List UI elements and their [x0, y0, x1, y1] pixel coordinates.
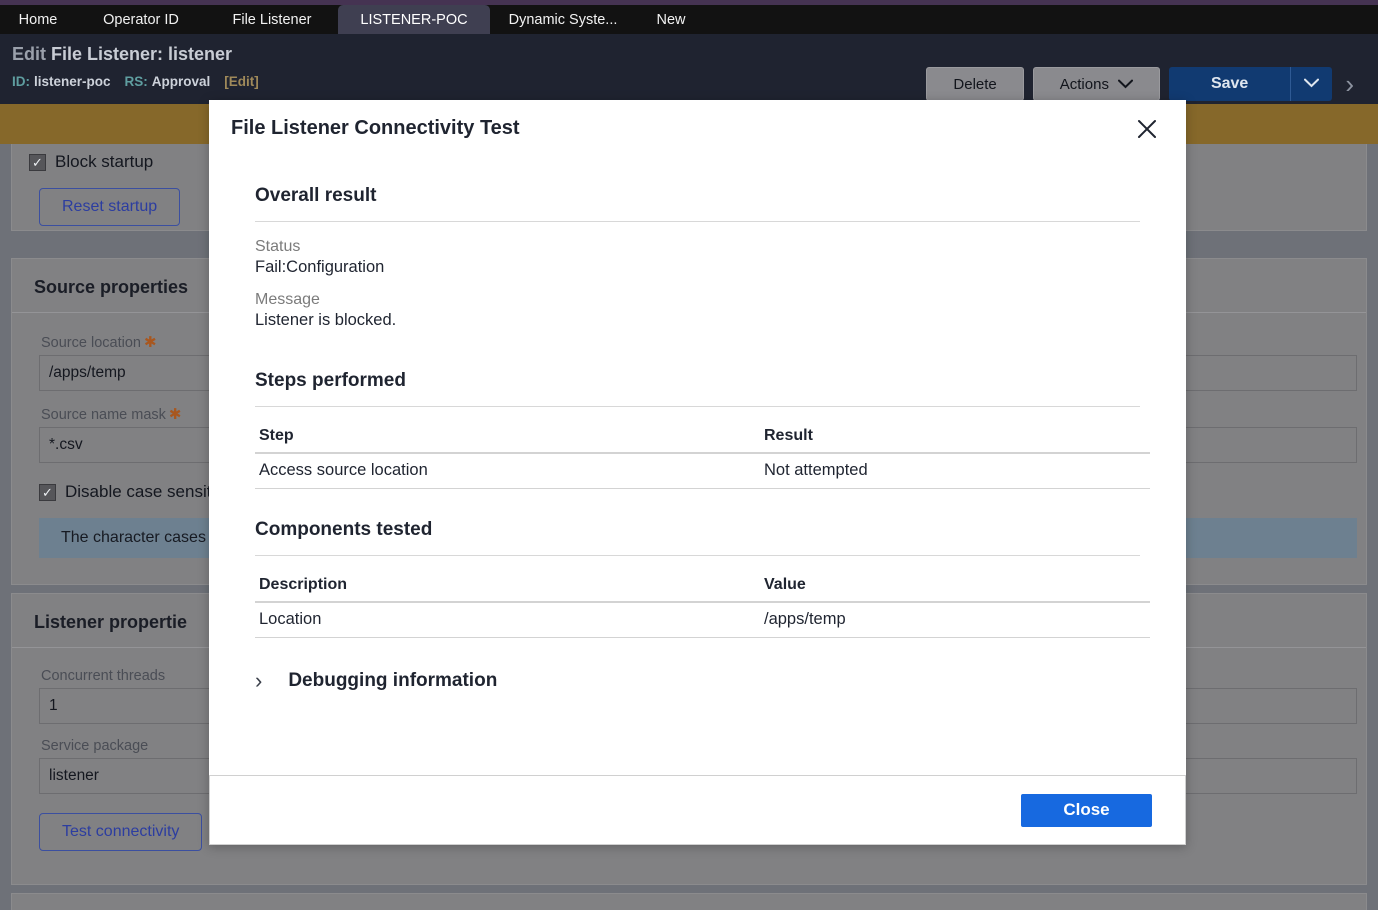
reset-startup-button[interactable]: Reset startup [39, 188, 181, 226]
components-tested-table: Description Value Location /apps/temp [255, 572, 1150, 638]
concurrent-threads-value: 1 [49, 697, 58, 714]
table-row: Access source location Not attempted [255, 453, 1150, 489]
save-dropdown-button[interactable] [1290, 67, 1333, 101]
source-name-mask-value: *.csv [49, 436, 83, 453]
delete-button-label: Delete [953, 75, 997, 93]
character-cases-info-text: The character cases [61, 529, 206, 546]
tab-operator-id[interactable]: Operator ID [76, 5, 206, 34]
component-value: /apps/temp [760, 602, 1150, 638]
message-label: Message [255, 291, 320, 308]
step-result: Not attempted [760, 453, 1150, 489]
status-value: Fail:Configuration [255, 258, 385, 276]
save-button[interactable]: Save [1168, 67, 1291, 101]
record-rs-value: Approval [151, 74, 211, 89]
source-name-mask-label-text: Source name mask [41, 407, 166, 423]
tab-dynamic-system[interactable]: Dynamic Syste... [490, 5, 636, 34]
header-actions: Delete Actions Save › [926, 67, 1354, 101]
steps-performed-heading: Steps performed [255, 330, 1140, 407]
close-button[interactable]: Close [1021, 793, 1152, 827]
overall-result-heading: Overall result [255, 157, 1140, 222]
steps-performed-table: Step Result Access source location Not a… [255, 423, 1150, 489]
chevron-right-icon: › [255, 668, 263, 693]
disable-case-sensitivity-label: Disable case sensit [65, 482, 212, 501]
tab-file-listener[interactable]: File Listener [206, 5, 338, 34]
source-location-value: /apps/temp [49, 364, 126, 381]
actions-button[interactable]: Actions [1032, 67, 1160, 101]
page-title: Edit File Listener: listener [12, 44, 232, 65]
page-title-text: File Listener: listener [51, 44, 233, 64]
connectivity-test-dialog: File Listener Connectivity Test Overall … [209, 100, 1186, 845]
required-star-icon: ✱ [168, 406, 182, 423]
tab-label: File Listener [232, 11, 312, 28]
test-connectivity-button[interactable]: Test connectivity [39, 813, 203, 851]
required-star-icon: ✱ [143, 334, 157, 351]
record-id-label: ID: [12, 74, 30, 89]
debugging-information-toggle[interactable]: › Debugging information [255, 668, 1156, 694]
save-button-group: Save [1168, 67, 1333, 101]
message-value: Listener is blocked. [255, 311, 397, 329]
step-name: Access source location [255, 453, 760, 489]
table-row: Location /apps/temp [255, 602, 1150, 638]
tab-label: New [656, 11, 686, 28]
checkbox-checked-icon: ✓ [39, 483, 56, 501]
chevron-down-icon [1304, 75, 1320, 93]
status-label: Status [255, 238, 301, 255]
table-header-row: Step Result [255, 423, 1150, 454]
steps-col-step: Step [255, 423, 760, 454]
block-startup-checkbox[interactable]: ✓ Block startup [29, 152, 153, 172]
service-package-value: listener [49, 767, 99, 784]
table-header-row: Description Value [255, 572, 1150, 603]
tab-home[interactable]: Home [0, 5, 76, 34]
components-tested-heading: Components tested [255, 489, 1140, 556]
tab-label: Home [18, 11, 58, 28]
dialog-body: Overall result Status Fail:Configuration… [209, 157, 1186, 775]
close-icon[interactable] [1130, 112, 1164, 146]
dialog-footer: Close [209, 775, 1186, 845]
source-location-label-text: Source location [41, 335, 141, 351]
tab-new[interactable]: New [636, 5, 706, 34]
record-id-value: listener-poc [34, 74, 111, 89]
block-startup-label: Block startup [55, 152, 154, 171]
requester-login-header[interactable]: › Requester login [12, 894, 1366, 910]
record-rs-label: RS: [124, 74, 148, 89]
components-col-value: Value [760, 572, 1150, 603]
page-title-mode: Edit [12, 44, 46, 64]
checkbox-checked-icon: ✓ [29, 153, 46, 171]
chevron-down-icon [1117, 79, 1133, 89]
dialog-title: File Listener Connectivity Test [231, 117, 520, 139]
steps-col-result: Result [760, 423, 1150, 454]
component-description: Location [255, 602, 760, 638]
tab-listener-poc[interactable]: LISTENER-POC [338, 5, 490, 34]
record-header: Edit File Listener: listener ID: listener-… [0, 34, 1378, 104]
app-root: Home Operator ID File Listener LISTENER-… [0, 0, 1378, 910]
record-edit-link[interactable]: [Edit] [224, 74, 259, 89]
reset-startup-label: Reset startup [62, 198, 158, 215]
save-button-label: Save [1210, 75, 1249, 92]
tab-label: Operator ID [103, 11, 179, 28]
chevron-right-icon[interactable]: › [1345, 71, 1354, 97]
tab-label: LISTENER-POC [360, 11, 468, 28]
delete-button[interactable]: Delete [926, 67, 1024, 101]
debugging-information-label: Debugging information [288, 670, 498, 691]
actions-button-label: Actions [1059, 75, 1109, 93]
dialog-header: File Listener Connectivity Test [209, 100, 1186, 157]
tab-bar: Home Operator ID File Listener LISTENER-… [0, 5, 1378, 34]
components-col-description: Description [255, 572, 760, 603]
tab-label: Dynamic Syste... [508, 11, 618, 28]
record-subheader: ID: listener-poc RS: Approval [Edit] [12, 74, 259, 89]
test-connectivity-label: Test connectivity [62, 823, 180, 840]
requester-login-card: › Requester login [11, 893, 1367, 910]
